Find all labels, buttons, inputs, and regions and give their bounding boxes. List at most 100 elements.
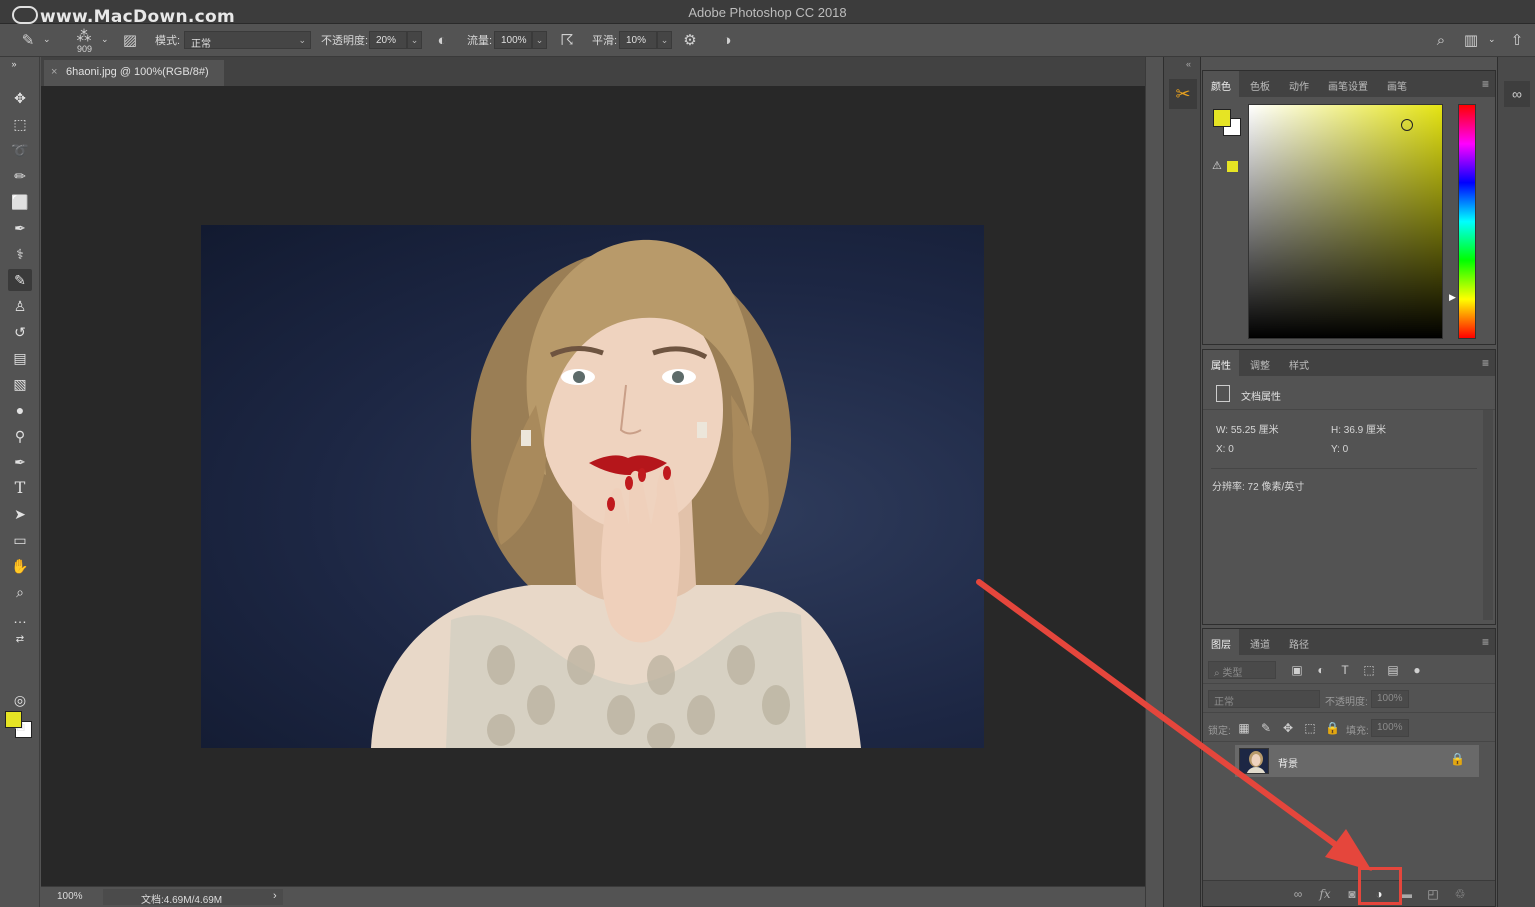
document-size[interactable]: 文档:4.69M/4.69M (103, 889, 283, 906)
layer-row-background[interactable]: 背景 🔒 (1235, 745, 1479, 777)
opacity-dropdown-button[interactable]: ⌄ (407, 31, 422, 49)
stamp-tool-icon[interactable]: ♙ (8, 295, 32, 317)
lock-artboard-icon[interactable]: ⬚ (1303, 721, 1317, 735)
workspace-caret-icon[interactable]: ⌄ (1488, 34, 1496, 45)
tab-brushes[interactable]: 画笔 (1379, 71, 1415, 97)
flow-input[interactable]: 100% (494, 31, 532, 49)
type-tool-icon[interactable]: T (8, 477, 32, 499)
y-value[interactable]: Y: 0 (1331, 444, 1348, 455)
tab-properties[interactable]: 属性 (1203, 350, 1239, 376)
pen-tool-icon[interactable]: ✒ (8, 451, 32, 473)
swap-colors-icon[interactable]: ⇄ (8, 633, 32, 647)
x-value[interactable]: X: 0 (1216, 444, 1234, 455)
fx-icon[interactable]: fx (1317, 886, 1333, 902)
move-tool-icon[interactable]: ✥ (8, 87, 32, 109)
brush-caret-icon[interactable]: ⌄ (101, 34, 109, 45)
blend-mode-dropdown[interactable]: 正常 (1208, 690, 1320, 708)
new-layer-icon[interactable]: ◰ (1425, 886, 1441, 902)
fill-input[interactable]: 100% (1371, 719, 1409, 737)
dodge-tool-icon[interactable]: ⚲ (8, 425, 32, 447)
type-filter-icon[interactable]: T (1338, 663, 1352, 677)
tab-brush-settings[interactable]: 画笔设置 (1320, 71, 1376, 97)
lock-transparency-icon[interactable]: ▦ (1237, 721, 1251, 735)
link-layers-icon[interactable]: ∞ (1290, 886, 1306, 902)
hand-tool-icon[interactable]: ✋ (8, 555, 32, 577)
gear-icon[interactable]: ⚙ (680, 31, 700, 51)
search-icon[interactable]: ⌕ (1431, 31, 1451, 51)
tab-color[interactable]: 颜色 (1203, 71, 1239, 97)
panel-menu-icon[interactable]: ≡ (1482, 77, 1489, 91)
airbrush-icon[interactable]: ☈ (557, 31, 577, 51)
preset-caret-icon[interactable]: ⌄ (43, 34, 51, 45)
lock-position-icon[interactable]: ✥ (1281, 721, 1295, 735)
expand-toolbar-icon[interactable]: » (2, 59, 26, 69)
marquee-tool-icon[interactable]: ⬚ (8, 113, 32, 135)
brush-tool-icon[interactable]: ✎ (8, 269, 32, 291)
tab-actions[interactable]: 动作 (1281, 71, 1317, 97)
history-brush-tool-icon[interactable]: ↺ (8, 321, 32, 343)
canvas-area[interactable] (41, 86, 1145, 886)
rectangle-tool-icon[interactable]: ▭ (8, 529, 32, 551)
zoom-tool-icon[interactable]: ⌕ (8, 581, 32, 603)
hue-slider[interactable] (1458, 104, 1476, 339)
lock-pixels-icon[interactable]: ✎ (1259, 721, 1273, 735)
path-selection-tool-icon[interactable]: ➤ (8, 503, 32, 525)
eyedropper-tool-icon[interactable]: ✒ (8, 217, 32, 239)
close-icon[interactable]: × (51, 66, 57, 78)
gamut-color-swatch[interactable] (1227, 161, 1238, 172)
saturation-value-field[interactable] (1248, 104, 1443, 339)
opacity-input[interactable]: 20% (369, 31, 407, 49)
tool-presets-icon[interactable]: ✂ (1169, 79, 1197, 109)
filter-toggle-icon[interactable]: ● (1410, 663, 1424, 677)
foreground-color-swatch[interactable] (5, 711, 22, 728)
adjustment-filter-icon[interactable]: ◐ (1314, 663, 1328, 677)
tab-swatches[interactable]: 色板 (1242, 71, 1278, 97)
more-tools-icon[interactable]: … (8, 607, 32, 629)
pressure-opacity-icon[interactable]: ◐ (432, 31, 452, 51)
hue-slider-arrow-icon[interactable]: ▶ (1449, 292, 1456, 303)
vertical-scrollbar[interactable] (1145, 57, 1163, 907)
height-value[interactable]: H: 36.9 厘米 (1331, 421, 1386, 436)
smoothing-input[interactable]: 10% (619, 31, 657, 49)
tab-adjustments[interactable]: 调整 (1242, 350, 1278, 376)
zoom-level[interactable]: 100% (57, 891, 83, 902)
trash-icon[interactable]: ♲ (1452, 886, 1468, 902)
tab-styles[interactable]: 样式 (1281, 350, 1317, 376)
shape-filter-icon[interactable]: ⬚ (1362, 663, 1376, 677)
pressure-size-icon[interactable]: ◑ (717, 31, 737, 51)
layer-filter-dropdown[interactable]: ⌕ 类型 (1208, 661, 1276, 679)
width-value[interactable]: W: 55.25 厘米 (1216, 421, 1279, 436)
workspace-icon[interactable]: ▥ (1461, 31, 1481, 51)
document-tab[interactable]: × 6haoni.jpg @ 100%(RGB/8#) (44, 60, 224, 86)
tab-paths[interactable]: 路径 (1281, 629, 1317, 655)
healing-brush-tool-icon[interactable]: ⚕ (8, 243, 32, 265)
flow-dropdown-button[interactable]: ⌄ (532, 31, 547, 49)
brush-tool-preset-icon[interactable]: ✎ (18, 31, 38, 51)
smoothing-dropdown-button[interactable]: ⌄ (657, 31, 672, 49)
quick-selection-tool-icon[interactable]: ✏ (8, 165, 32, 187)
properties-scrollbar[interactable] (1483, 410, 1493, 620)
quick-mask-icon[interactable]: ◎ (8, 689, 32, 711)
share-icon[interactable]: ⇧ (1507, 31, 1527, 51)
status-menu-arrow[interactable]: › (273, 890, 277, 902)
tab-channels[interactable]: 通道 (1242, 629, 1278, 655)
lock-all-icon[interactable]: 🔒 (1325, 721, 1340, 735)
brush-settings-toggle-icon[interactable]: ▨ (120, 31, 140, 51)
eraser-tool-icon[interactable]: ▤ (8, 347, 32, 369)
crop-tool-icon[interactable]: ⬜ (8, 191, 32, 213)
foreground-color-swatch[interactable] (1213, 109, 1231, 127)
smart-object-filter-icon[interactable]: ▤ (1386, 663, 1400, 677)
lasso-tool-icon[interactable]: ➰ (8, 139, 32, 161)
mode-dropdown[interactable]: 正常 ⌄ (184, 31, 311, 50)
panel-menu-icon[interactable]: ≡ (1482, 356, 1489, 370)
pixel-filter-icon[interactable]: ▣ (1290, 663, 1304, 677)
gradient-tool-icon[interactable]: ▧ (8, 373, 32, 395)
document-image[interactable] (201, 225, 984, 748)
panel-menu-icon[interactable]: ≡ (1482, 635, 1489, 649)
layer-opacity-input[interactable]: 100% (1371, 690, 1409, 708)
color-picker-cursor[interactable] (1401, 119, 1413, 131)
blur-tool-icon[interactable]: ● (8, 399, 32, 421)
tab-layers[interactable]: 图层 (1203, 629, 1239, 655)
collapse-dock-icon[interactable]: « (1186, 59, 1191, 69)
creative-cloud-libraries-icon[interactable]: ∞ (1504, 81, 1530, 107)
